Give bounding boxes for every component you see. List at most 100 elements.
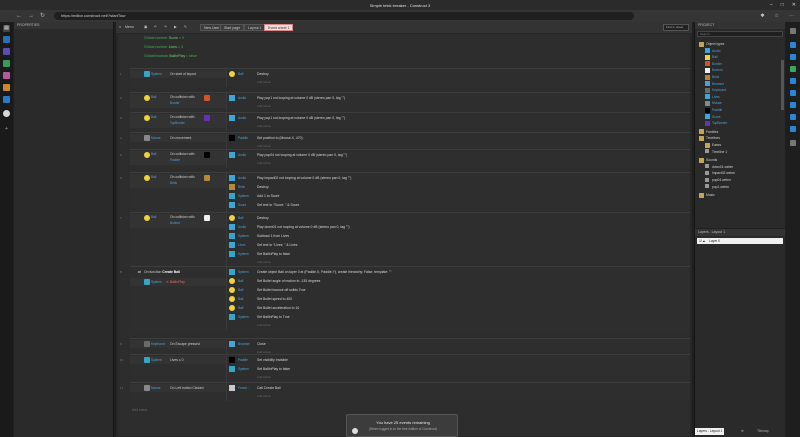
action-row[interactable]: Paddle Set position to (Mouse.X, 470) (227, 134, 690, 142)
action-row[interactable]: System Create object Ball on layer 0 at (… (227, 268, 690, 276)
condition-row[interactable]: Ball On collision with Border (130, 94, 226, 108)
save-icon[interactable]: ▣ (144, 24, 147, 31)
action-row[interactable]: Audio Play down01 not looping at volume 0… (227, 223, 690, 231)
event-block[interactable]: 5 +BallOn collision withPaddle Audio Play p… (120, 149, 690, 168)
action-row[interactable]: System Add 1 to Score (227, 192, 690, 200)
action-row[interactable]: Ball Set Bullet bounce off solids True (227, 286, 690, 294)
project-scrollbar[interactable] (781, 40, 784, 226)
debug-icon[interactable]: ✎ (184, 24, 187, 31)
layer-row[interactable]: ☑ 🔒︎ Layer 0 (697, 238, 783, 244)
action-row[interactable]: System Set BallInPlay to false (227, 250, 690, 258)
global-var[interactable]: Global number Score = 0 (144, 36, 184, 40)
add-action-link[interactable]: Add action (257, 161, 271, 165)
tabs-icon[interactable]: ▤ (3, 25, 10, 32)
add-event-link[interactable]: Add event (132, 408, 147, 412)
action-row[interactable]: Audio Play pop1 not looping at volume 0 d… (227, 114, 690, 122)
add-action-link[interactable]: Add action (257, 124, 271, 128)
event-block[interactable]: 7+BallOn collision withBottomBallDestroy… (120, 212, 690, 267)
play-icon[interactable]: ▶ (174, 24, 177, 31)
layer-lock-icon[interactable]: 🔒︎ (703, 238, 705, 244)
action-row[interactable]: Audio Play pop04 not looping at volume 0 … (227, 151, 690, 159)
app-icon[interactable] (790, 90, 796, 96)
condition-row[interactable]: Mouse On movement (130, 134, 226, 142)
more-icon[interactable]: ⋯ (789, 13, 794, 19)
global-var[interactable]: Global boolean BallInPlay = false (144, 54, 197, 58)
project-scroll-thumb[interactable] (781, 60, 784, 110)
action-row[interactable]: Lives Set text to "Lives: " & Lives (227, 241, 690, 249)
app-icon[interactable] (3, 96, 10, 103)
action-row[interactable]: Ball Destroy (227, 70, 690, 78)
tab-tilemap[interactable]: Tilemap (755, 428, 771, 435)
add-action-link[interactable]: Add action (257, 144, 271, 148)
event-block[interactable]: 2 +BallOn collision withBorder Audio Play p… (120, 92, 690, 111)
app-icon[interactable] (790, 54, 796, 60)
condition-row[interactable]: Ball On collision with TopBorder (130, 114, 226, 128)
menu-icon[interactable]: ≡ (119, 24, 121, 31)
event-block[interactable]: 3 +BallOn collision withTopBorder Audio Pla… (120, 112, 690, 131)
undo-icon[interactable]: ↶ (154, 24, 157, 31)
event-block[interactable]: 8+⇄On function Create BallSystem✕ BallIn… (120, 266, 690, 330)
add-icon[interactable]: + (3, 126, 10, 133)
action-row[interactable]: System Set BallInPlay to True (227, 313, 690, 321)
action-row[interactable]: Ball Set Bullet acceleration to 10 (227, 304, 690, 312)
condition-row[interactable]: Mouse On Left button Clicked (130, 384, 226, 392)
action-row[interactable]: Functi... Call Create Ball (227, 384, 690, 392)
event-block[interactable]: 1+SystemOn start of layoutBallDestroyAdd… (120, 68, 690, 87)
function-header[interactable]: ⇄ On function Create Ball (130, 268, 226, 276)
action-row[interactable]: System Set BallInPlay to false (227, 365, 690, 373)
close-icon[interactable]: ✕ (792, 2, 796, 8)
action-row[interactable]: Ball Set Bullet speed to 400 (227, 295, 690, 303)
app-icon[interactable] (3, 48, 10, 55)
action-row[interactable]: Paddle Set visibility Invisible (227, 356, 690, 364)
add-action-link[interactable]: Add action (257, 375, 271, 379)
add-action-link[interactable]: Add action (257, 323, 271, 327)
global-var[interactable]: Global number Lives = 3 (144, 45, 183, 49)
reload-icon[interactable]: ↻ (40, 13, 45, 19)
add-action-link[interactable]: Add action (257, 104, 271, 108)
app-icon[interactable] (790, 114, 796, 120)
maximize-icon[interactable]: □ (781, 2, 784, 8)
edge-icon[interactable] (3, 36, 10, 43)
event-block[interactable]: 10+SystemLives ≤ 0PaddleSet visibility I… (120, 354, 690, 382)
event-block[interactable]: 11+MouseOn Left button ClickedFuncti...C… (120, 382, 690, 401)
app-icon[interactable] (3, 84, 10, 91)
app-icon[interactable] (790, 66, 796, 72)
add-icon[interactable] (790, 140, 796, 146)
action-row[interactable]: Ball Set Bullet angle of motion to -135 d… (227, 277, 690, 285)
redo-icon[interactable]: ↷ (164, 24, 167, 31)
action-row[interactable]: Ball Destroy (227, 214, 690, 222)
app-icon[interactable] (790, 126, 796, 132)
find-in-sheet-input[interactable]: Find in sheet (663, 24, 689, 31)
url-field[interactable]: https://editor.construct.net/?startTour (54, 12, 634, 20)
condition-row[interactable]: System Lives ≤ 0 (130, 356, 226, 364)
tab-start-page[interactable]: Start page (220, 24, 245, 31)
extensions-icon[interactable]: ✱ (760, 13, 764, 19)
favorites-icon[interactable]: ☆ (775, 13, 779, 19)
tab-event-sheet[interactable]: Event sheet 1 (264, 24, 294, 31)
back-icon[interactable]: ← (16, 13, 22, 19)
action-row[interactable]: Brick Destroy (227, 183, 690, 191)
app-icon[interactable] (3, 60, 10, 67)
action-row[interactable]: Audio Play impact02 not looping at volume… (227, 174, 690, 182)
action-row[interactable]: System Subtract 1 from Lives (227, 232, 690, 240)
condition-row[interactable]: Ball On collision with Bottom (130, 214, 226, 228)
tab-layers[interactable]: Layers - Layout 1 (695, 428, 725, 435)
app-icon[interactable] (790, 42, 796, 48)
add-action-link[interactable]: Add action (257, 394, 271, 398)
tab-close-icon[interactable]: ✕ (739, 428, 746, 435)
forward-icon[interactable]: → (28, 13, 34, 19)
condition-row[interactable]: Ball On collision with Brick (130, 174, 226, 188)
condition-row[interactable]: Ball On collision with Paddle (130, 151, 226, 165)
tab-layout[interactable]: Layout 1 (244, 24, 266, 31)
condition-row[interactable]: System On start of layout (130, 70, 226, 78)
condition-row[interactable]: System ✕ BallInPlay (130, 278, 226, 286)
layer-visible-icon[interactable]: ☑ (699, 238, 702, 244)
app-icon[interactable] (790, 102, 796, 108)
search-icon[interactable] (790, 28, 796, 34)
condition-row[interactable]: Keyboard On Escape pressed (130, 340, 226, 348)
construct-icon[interactable] (3, 110, 10, 117)
app-icon[interactable] (3, 72, 10, 79)
menu-button[interactable]: Menu (125, 24, 134, 31)
action-row[interactable]: Browser Close (227, 340, 690, 348)
action-row[interactable]: Audio Play pop1 not looping at volume 0 d… (227, 94, 690, 102)
